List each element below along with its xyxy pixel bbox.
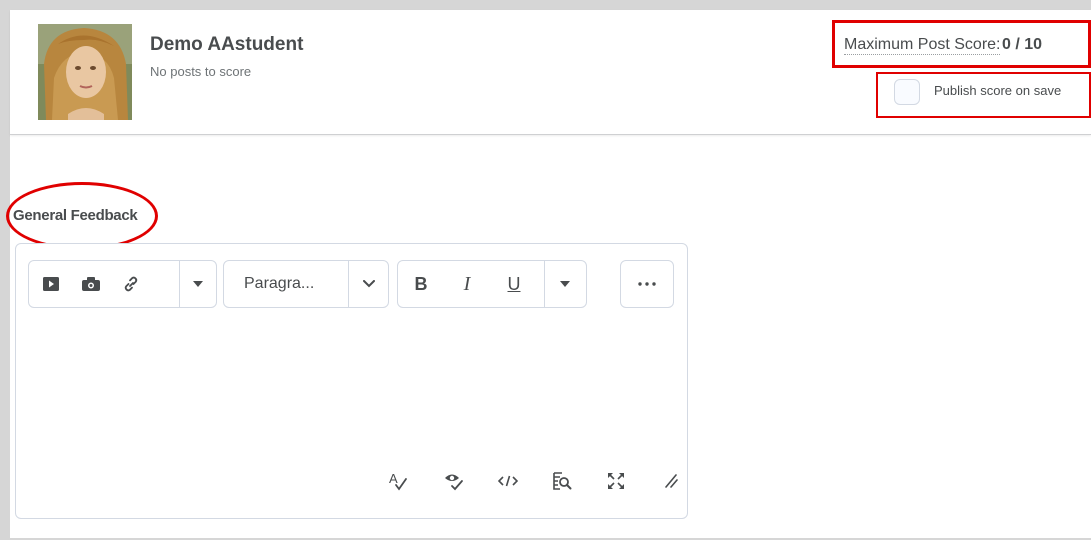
paragraph-format-value: Paragra... [244, 275, 315, 292]
max-post-score-label[interactable]: Maximum Post Score: [844, 36, 1001, 55]
student-name: Demo AAstudent [150, 34, 304, 55]
insert-image-button[interactable] [73, 261, 109, 307]
insert-link-button[interactable] [113, 261, 149, 307]
chevron-down-icon [362, 280, 375, 288]
preview-icon [553, 472, 572, 490]
source-code-button[interactable] [496, 470, 520, 492]
grading-panel: Demo AAstudent No posts to score Maximum… [6, 10, 1091, 538]
general-feedback-label: General Feedback [13, 207, 138, 224]
caret-down-icon [560, 281, 570, 287]
accessibility-check-button[interactable] [442, 470, 466, 492]
svg-text:A: A [389, 471, 398, 486]
format-toolbar-group: B I U [397, 260, 587, 308]
resize-handle[interactable] [658, 470, 682, 492]
underline-icon: U [507, 273, 521, 294]
more-actions-inner [621, 261, 673, 307]
link-icon [124, 276, 138, 292]
publish-score-label[interactable]: Publish score on save [934, 83, 1061, 98]
insert-video-button[interactable] [33, 261, 69, 307]
source-code-icon [498, 475, 518, 487]
italic-icon: I [463, 272, 471, 295]
feedback-editor[interactable]: Paragra... B I U [15, 243, 688, 519]
insert-toolbar-group [28, 260, 217, 308]
fullscreen-icon [608, 473, 624, 489]
paragraph-format-dropdown[interactable] [349, 261, 388, 307]
student-status: No posts to score [150, 64, 252, 79]
video-icon [43, 277, 59, 291]
publish-score-checkbox[interactable] [894, 79, 920, 105]
insert-more-dropdown[interactable] [181, 261, 215, 307]
accessibility-check-icon [445, 474, 463, 491]
more-actions-button[interactable] [620, 260, 674, 308]
editor-content-area[interactable] [28, 320, 674, 460]
paragraph-format-select[interactable]: Paragra... [223, 260, 389, 308]
spellcheck-button[interactable]: A [386, 470, 410, 492]
caret-down-icon [193, 281, 203, 287]
resize-icon [665, 474, 678, 488]
toolbar-separator [544, 261, 545, 307]
fullscreen-button[interactable] [604, 470, 628, 492]
avatar [38, 24, 132, 120]
bold-icon: B [414, 273, 428, 294]
italic-button[interactable]: I [448, 261, 486, 307]
avatar-portrait-icon [38, 24, 132, 120]
toolbar-separator [179, 261, 180, 307]
preview-button[interactable] [550, 470, 574, 492]
bold-button[interactable]: B [402, 261, 440, 307]
camera-icon [82, 277, 100, 291]
ellipsis-icon [638, 282, 656, 286]
score-value: 0 / 10 [1002, 36, 1043, 53]
underline-button[interactable]: U [494, 261, 534, 307]
format-more-dropdown[interactable] [546, 261, 584, 307]
spellcheck-icon: A [389, 471, 407, 491]
